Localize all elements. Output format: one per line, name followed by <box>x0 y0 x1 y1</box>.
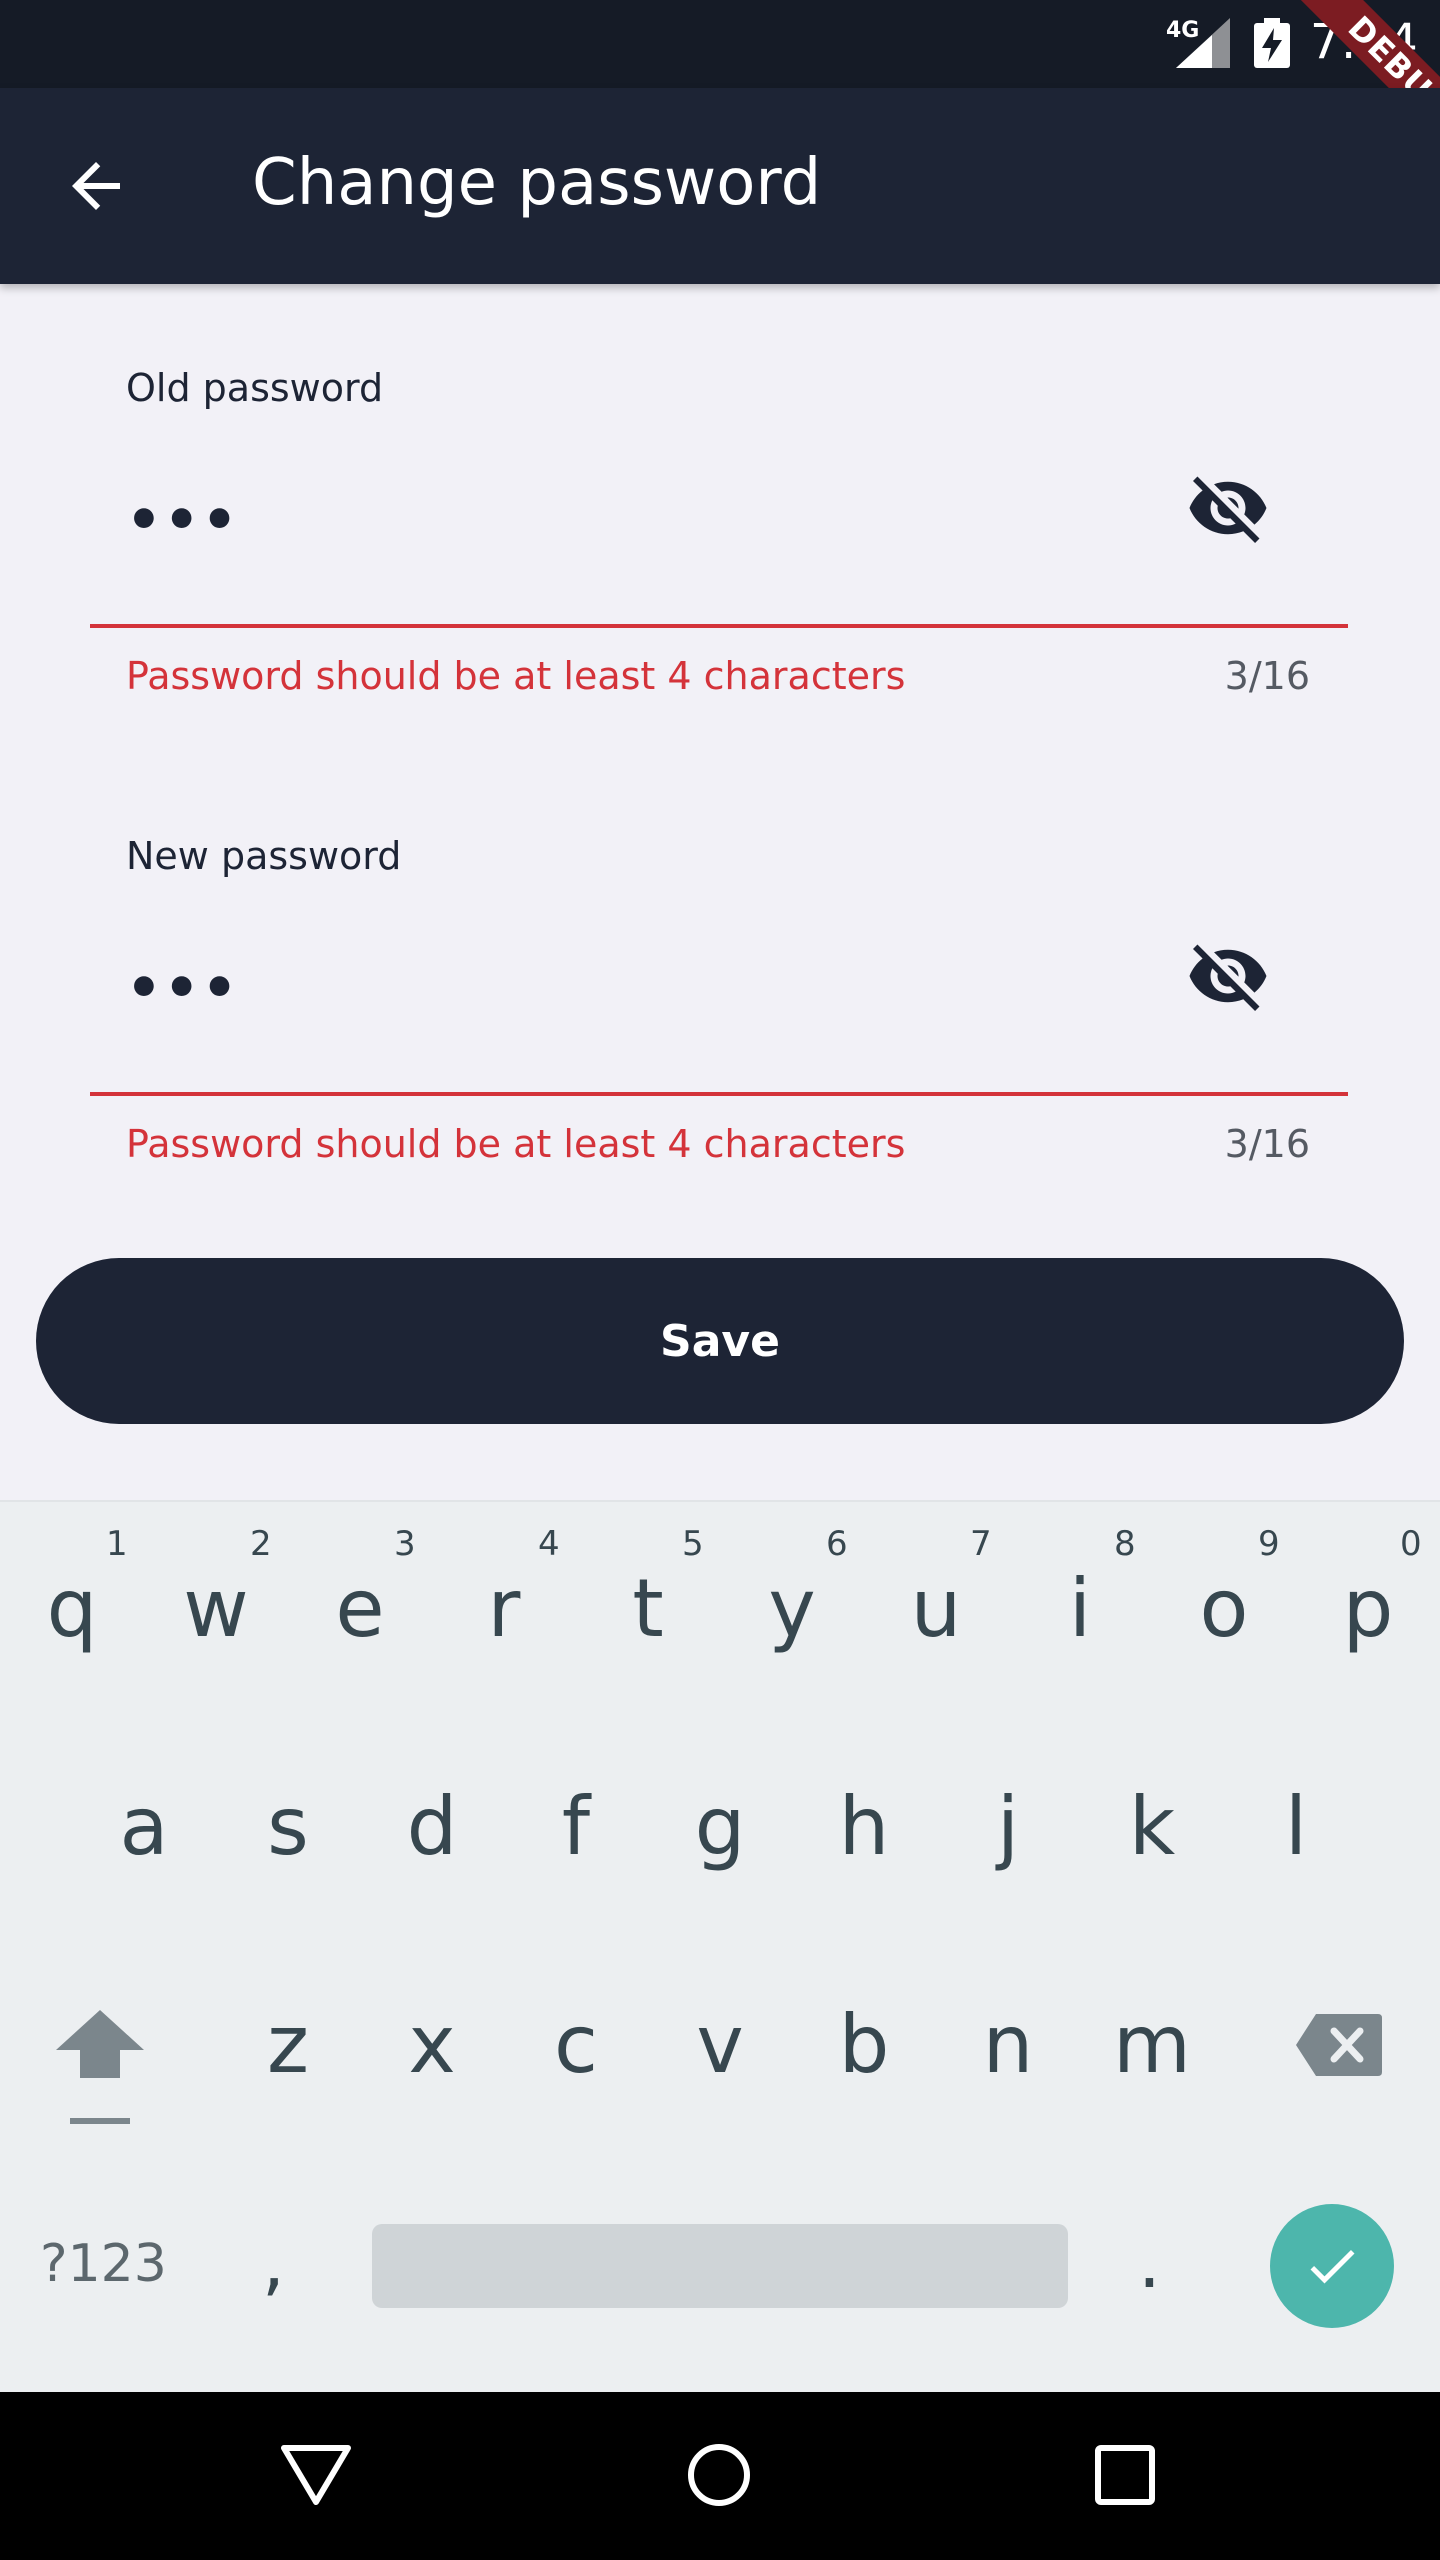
key-a[interactable]: a <box>72 1780 216 1873</box>
key-g[interactable]: g <box>648 1780 792 1873</box>
key-h[interactable]: h <box>792 1780 936 1873</box>
status-bar: 4G 7:14 DEBUG <box>0 0 1440 176</box>
key-e[interactable]: e <box>288 1562 432 1655</box>
key-j[interactable]: j <box>936 1780 1080 1873</box>
key-hint-5: 5 <box>682 1524 704 1564</box>
new-password-label: New password <box>126 834 402 878</box>
key-z[interactable]: z <box>216 1998 360 2091</box>
battery-charging-icon <box>1254 18 1290 68</box>
key-v[interactable]: v <box>648 1998 792 2091</box>
key-hint-9: 9 <box>1258 1524 1280 1564</box>
save-button[interactable]: Save <box>36 1258 1404 1424</box>
check-icon <box>1310 2249 1355 2284</box>
key-q[interactable]: q <box>0 1562 144 1655</box>
backspace-icon[interactable] <box>1296 2014 1382 2076</box>
key-f[interactable]: f <box>504 1780 648 1873</box>
key-r[interactable]: r <box>432 1562 576 1655</box>
key-b[interactable]: b <box>792 1998 936 2091</box>
key-y[interactable]: y <box>720 1562 864 1655</box>
key-u[interactable]: u <box>864 1562 1008 1655</box>
key-k[interactable]: k <box>1080 1780 1224 1873</box>
new-password-input[interactable]: ••• <box>126 956 239 1021</box>
key-s[interactable]: s <box>216 1780 360 1873</box>
done-key[interactable] <box>1270 2204 1394 2328</box>
key-hint-6: 6 <box>826 1524 848 1564</box>
visibility-off-icon[interactable] <box>1186 466 1270 550</box>
key-hint-2: 2 <box>250 1524 272 1564</box>
nav-home-icon[interactable] <box>686 2442 752 2508</box>
key-n[interactable]: n <box>936 1998 1080 2091</box>
key-t[interactable]: t <box>576 1562 720 1655</box>
key-i[interactable]: i <box>1008 1562 1152 1655</box>
spacebar[interactable] <box>372 2224 1068 2308</box>
symbols-key[interactable]: ?123 <box>40 2234 167 2294</box>
key-hint-0: 0 <box>1400 1524 1422 1564</box>
key-m[interactable]: m <box>1080 1998 1224 2091</box>
key-c[interactable]: c <box>504 1998 648 2091</box>
save-button-label: Save <box>660 1315 780 1367</box>
nav-back-icon[interactable] <box>280 2444 352 2506</box>
key-w[interactable]: w <box>144 1562 288 1655</box>
new-password-error: Password should be at least 4 characters <box>126 1122 906 1166</box>
key-comma[interactable]: , <box>262 2220 285 2304</box>
old-password-label: Old password <box>126 366 384 410</box>
navigation-bar <box>0 2392 1440 2560</box>
key-hint-4: 4 <box>538 1524 560 1564</box>
old-password-error: Password should be at least 4 characters <box>126 654 906 698</box>
key-hint-3: 3 <box>394 1524 416 1564</box>
old-password-underline <box>90 624 1348 628</box>
key-period[interactable]: . <box>1138 2220 1161 2304</box>
app-bar: Change password <box>0 88 1440 284</box>
key-l[interactable]: l <box>1224 1780 1368 1873</box>
key-hint-1: 1 <box>106 1524 128 1564</box>
key-hint-7: 7 <box>970 1524 992 1564</box>
shift-icon[interactable] <box>56 2010 144 2128</box>
key-p[interactable]: p <box>1296 1562 1440 1655</box>
page-title: Change password <box>252 146 822 220</box>
visibility-off-icon[interactable] <box>1186 934 1270 1018</box>
nav-recents-icon[interactable] <box>1094 2444 1156 2506</box>
key-x[interactable]: x <box>360 1998 504 2091</box>
new-password-underline <box>90 1092 1348 1096</box>
key-hint-8: 8 <box>1114 1524 1136 1564</box>
signal-icon <box>1176 18 1230 68</box>
old-password-input[interactable]: ••• <box>126 488 239 553</box>
old-password-counter: 3/16 <box>1224 654 1310 698</box>
key-o[interactable]: o <box>1152 1562 1296 1655</box>
new-password-counter: 3/16 <box>1224 1122 1310 1166</box>
key-d[interactable]: d <box>360 1780 504 1873</box>
back-arrow-icon[interactable] <box>60 150 132 222</box>
